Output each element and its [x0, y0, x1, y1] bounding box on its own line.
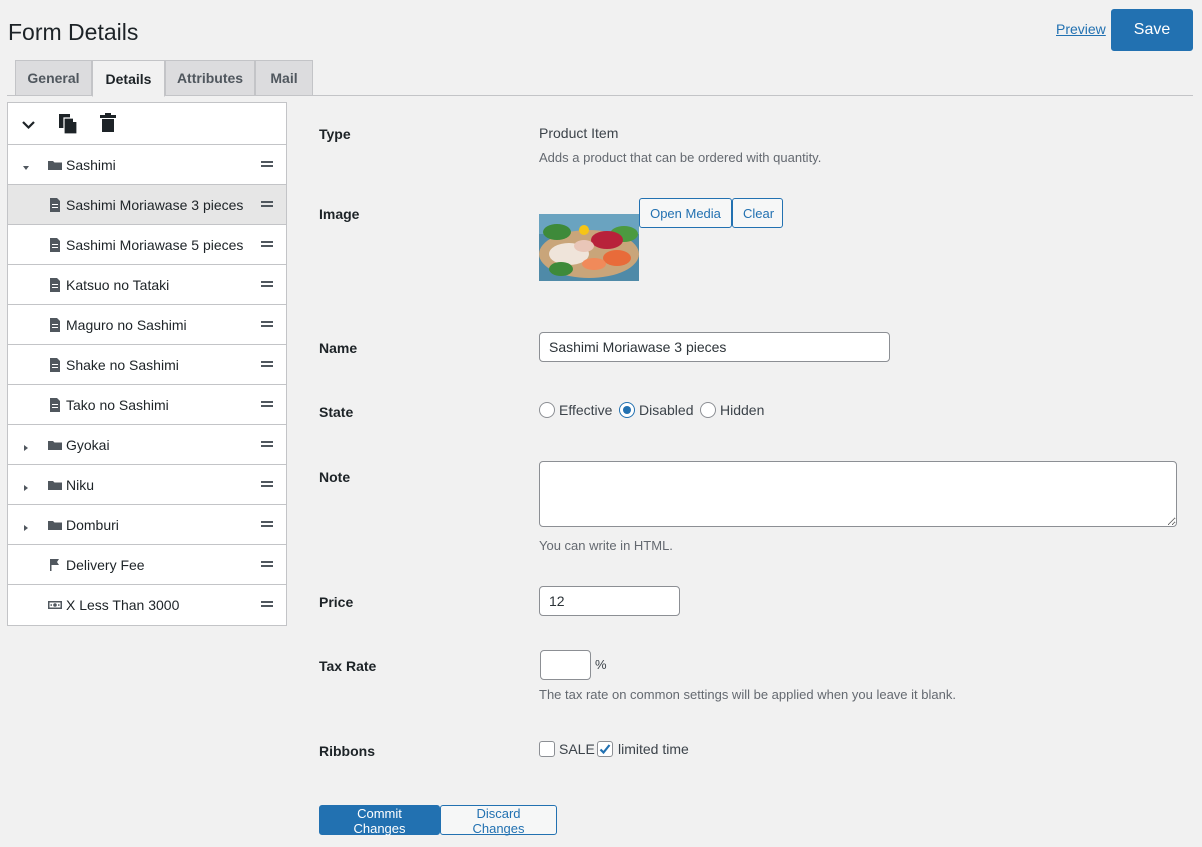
tree-item-sashimi-moriawase-3[interactable]: Sashimi Moriawase 3 pieces	[8, 185, 286, 225]
tree-item-katsuo-no-tataki[interactable]: Katsuo no Tataki	[8, 265, 286, 305]
tree-item-label: Sashimi Moriawase 3 pieces	[66, 197, 244, 213]
ribbon-limited-time-checkbox[interactable]	[597, 741, 613, 757]
document-icon	[48, 198, 62, 212]
tree-item-label: Shake no Sashimi	[66, 357, 179, 373]
tree-item-domburi[interactable]: Domburi	[8, 505, 286, 545]
chevron-down-icon[interactable]	[22, 117, 35, 133]
type-description: Adds a product that can be ordered with …	[539, 150, 822, 165]
tree-item-label: Gyokai	[66, 437, 110, 453]
drag-handle-icon[interactable]	[261, 240, 273, 248]
folder-icon	[48, 478, 62, 492]
trash-icon[interactable]	[100, 113, 116, 136]
tree-item-gyokai[interactable]: Gyokai	[8, 425, 286, 465]
product-image	[539, 214, 639, 281]
price-input[interactable]	[539, 586, 680, 616]
document-icon	[48, 358, 62, 372]
ribbon-sale-checkbox[interactable]	[539, 741, 555, 757]
state-effective-label: Effective	[559, 402, 613, 418]
type-value: Product Item	[539, 125, 619, 141]
item-tree: Sashimi Sashimi Moriawase 3 pieces Sashi…	[7, 102, 287, 626]
drag-handle-icon[interactable]	[261, 600, 273, 608]
tree-item-label: Domburi	[66, 517, 119, 533]
tree-item-label: X Less Than 3000	[66, 597, 180, 613]
folder-icon	[48, 518, 62, 532]
drag-handle-icon[interactable]	[261, 520, 273, 528]
tax-rate-label: Tax Rate	[319, 658, 377, 674]
tree-item-label: Sashimi Moriawase 5 pieces	[66, 237, 244, 253]
tree-item-maguro-no-sashimi[interactable]: Maguro no Sashimi	[8, 305, 286, 345]
drag-handle-icon[interactable]	[261, 320, 273, 328]
tab-details[interactable]: Details	[92, 60, 165, 97]
preview-link[interactable]: Preview	[1056, 21, 1106, 37]
state-label: State	[319, 404, 354, 420]
drag-handle-icon[interactable]	[261, 560, 273, 568]
flag-icon	[48, 558, 62, 572]
document-icon	[48, 318, 62, 332]
tree-item-label: Sashimi	[66, 157, 116, 173]
tree-item-sashimi[interactable]: Sashimi	[8, 145, 286, 185]
clear-image-button[interactable]: Clear	[732, 198, 783, 228]
tree-item-delivery-fee[interactable]: Delivery Fee	[8, 545, 286, 585]
tree-item-label: Niku	[66, 477, 95, 493]
type-label: Type	[319, 126, 351, 142]
ribbon-limited-time-label: limited time	[618, 741, 689, 757]
tree-item-label: Tako no Sashimi	[66, 397, 169, 413]
tree-item-label: Maguro no Sashimi	[66, 317, 187, 333]
tree-item-x-less-than-3000[interactable]: X Less Than 3000	[8, 585, 286, 625]
tab-bar: General Details Attributes Mail	[7, 60, 1193, 97]
image-label: Image	[319, 206, 360, 222]
document-icon	[48, 238, 62, 252]
note-label: Note	[319, 469, 351, 485]
tree-item-sashimi-moriawase-5[interactable]: Sashimi Moriawase 5 pieces	[8, 225, 286, 265]
folder-icon	[48, 438, 62, 452]
tab-general[interactable]: General	[15, 60, 92, 96]
tree-toolbar	[8, 103, 286, 145]
folder-icon	[48, 158, 62, 172]
ribbon-sale-label: SALE	[559, 741, 595, 757]
tax-rate-input[interactable]	[540, 650, 591, 680]
name-input[interactable]	[539, 332, 890, 362]
tree-item-label: Katsuo no Tataki	[66, 277, 170, 293]
price-label: Price	[319, 594, 354, 610]
tree-item-label: Delivery Fee	[66, 557, 145, 573]
checkmark-icon	[599, 744, 611, 755]
save-button[interactable]: Save	[1111, 9, 1193, 51]
caret-right-icon[interactable]	[22, 439, 30, 451]
open-media-button[interactable]: Open Media	[639, 198, 732, 228]
money-icon	[48, 598, 62, 612]
tree-item-shake-no-sashimi[interactable]: Shake no Sashimi	[8, 345, 286, 385]
tab-attributes[interactable]: Attributes	[165, 60, 255, 96]
state-hidden-radio[interactable]	[700, 402, 716, 418]
state-hidden-label: Hidden	[720, 402, 765, 418]
tree-item-niku[interactable]: Niku	[8, 465, 286, 505]
ribbons-label: Ribbons	[319, 743, 375, 759]
tax-rate-help: The tax rate on common settings will be …	[539, 687, 956, 702]
tab-mail[interactable]: Mail	[255, 60, 313, 96]
state-disabled-radio[interactable]	[619, 402, 635, 418]
note-textarea[interactable]	[539, 461, 1177, 527]
drag-handle-icon[interactable]	[261, 200, 273, 208]
drag-handle-icon[interactable]	[261, 160, 273, 168]
caret-down-icon[interactable]	[22, 159, 30, 170]
state-effective-radio[interactable]	[539, 402, 555, 418]
name-label: Name	[319, 340, 358, 356]
caret-right-icon[interactable]	[22, 519, 30, 531]
note-help: You can write in HTML.	[539, 538, 673, 553]
copy-icon[interactable]	[58, 113, 78, 138]
drag-handle-icon[interactable]	[261, 440, 273, 448]
document-icon	[48, 398, 62, 412]
tax-rate-unit: %	[595, 657, 607, 672]
caret-right-icon[interactable]	[22, 479, 30, 491]
page-title: Form Details	[8, 19, 139, 45]
tree-item-tako-no-sashimi[interactable]: Tako no Sashimi	[8, 385, 286, 425]
drag-handle-icon[interactable]	[261, 480, 273, 488]
state-disabled-label: Disabled	[639, 402, 694, 418]
discard-changes-button[interactable]: Discard Changes	[440, 805, 557, 836]
drag-handle-icon[interactable]	[261, 360, 273, 368]
document-icon	[48, 278, 62, 292]
drag-handle-icon[interactable]	[261, 280, 273, 288]
drag-handle-icon[interactable]	[261, 400, 273, 408]
commit-changes-button[interactable]: Commit Changes	[319, 805, 440, 836]
